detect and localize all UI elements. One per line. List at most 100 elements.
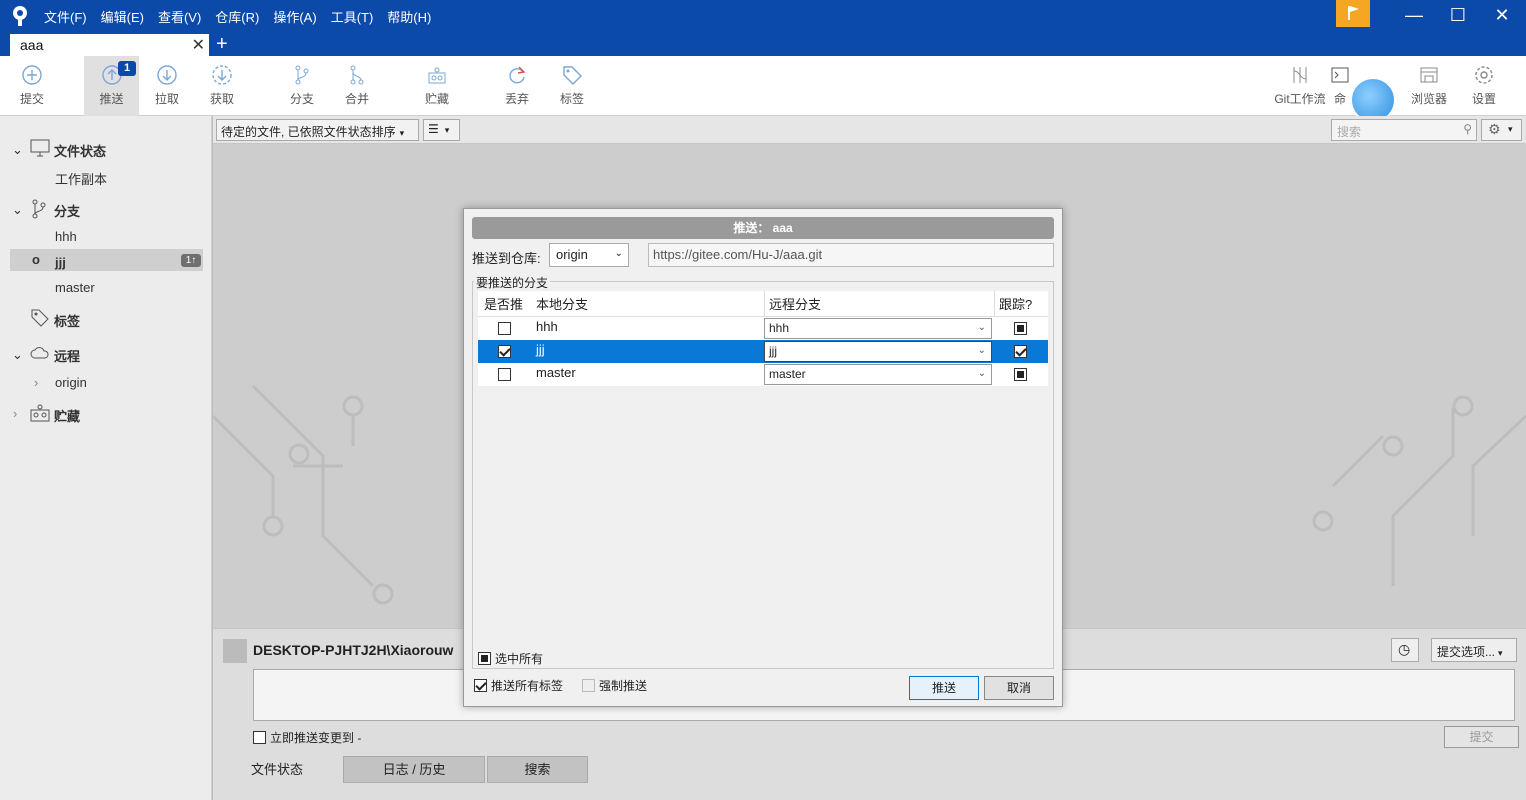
sidebar-tags[interactable]: 标签 xyxy=(54,311,80,330)
maximize-button[interactable]: ☐ xyxy=(1436,0,1480,32)
tab-search[interactable]: 搜索 xyxy=(487,756,588,783)
track-checkbox[interactable] xyxy=(1014,345,1027,358)
chevron-down-icon: ▾ xyxy=(444,125,450,135)
commit-button[interactable]: 提交 xyxy=(8,56,56,116)
push-button[interactable]: 推送 1 xyxy=(84,56,139,116)
sidebar-item-branch-hhh[interactable]: hhh xyxy=(55,229,77,244)
sidebar-stashes[interactable]: 贮藏 xyxy=(54,406,80,425)
git-flow-icon xyxy=(1293,67,1307,83)
sidebar-item-remote-origin[interactable]: origin xyxy=(55,375,87,390)
minimize-button[interactable]: — xyxy=(1392,0,1436,32)
discard-button[interactable]: 丢弃 xyxy=(495,56,539,116)
chevron-down-icon[interactable]: ⌄ xyxy=(12,347,23,363)
title-bar: 文件(F) 编辑(E) 查看(V) 仓库(R) 操作(A) 工具(T) 帮助(H… xyxy=(0,0,1526,32)
push-checkbox[interactable] xyxy=(498,368,511,381)
search-input[interactable]: 搜索 ⚲ xyxy=(1331,119,1477,141)
fetch-icon xyxy=(212,65,232,85)
menu-tools[interactable]: 工具(T) xyxy=(331,7,374,26)
new-tab-button[interactable]: + xyxy=(216,33,228,56)
search-icon: ⚲ xyxy=(1463,122,1472,136)
fetch-button[interactable]: 获取 xyxy=(200,56,244,116)
repo-tab-aaa[interactable]: aaa ✕ xyxy=(10,34,209,56)
git-flow-label: Git工作流 xyxy=(1274,92,1326,106)
merge-button[interactable]: 合并 xyxy=(335,56,379,116)
sort-dropdown[interactable]: 待定的文件, 已依照文件状态排序 ▾ xyxy=(216,119,419,141)
remote-select-value: origin xyxy=(556,247,588,262)
push-all-tags-option[interactable]: 推送所有标签 xyxy=(474,677,563,694)
stash-button[interactable]: 贮藏 xyxy=(415,56,459,116)
menu-view[interactable]: 查看(V) xyxy=(158,7,201,26)
terminal-button[interactable]: 命 xyxy=(1330,56,1350,116)
menu-edit[interactable]: 编辑(E) xyxy=(101,7,144,26)
track-cell xyxy=(994,363,1048,386)
close-window-button[interactable]: ✕ xyxy=(1480,0,1524,32)
branch-button[interactable]: 分支 xyxy=(280,56,324,116)
chevron-right-icon[interactable]: › xyxy=(13,406,17,421)
remote-branch-dropdown[interactable]: hhh ⌄ xyxy=(764,318,992,339)
table-row[interactable]: hhh hhh ⌄ xyxy=(478,317,1048,340)
force-push-option[interactable]: 强制推送 xyxy=(582,677,647,694)
sidebar-remotes[interactable]: 远程 xyxy=(54,346,80,365)
push-cell xyxy=(484,363,532,386)
repo-tab-label: aaa xyxy=(20,37,44,53)
push-checkbox[interactable] xyxy=(498,322,511,335)
push-immediately-option[interactable]: 立即推送变更到 - xyxy=(253,729,361,746)
sidebar-item-working-copy[interactable]: 工作副本 xyxy=(55,169,107,188)
push-immediately-label: 立即推送变更到 - xyxy=(270,731,362,745)
merge-icon xyxy=(350,65,364,85)
menu-file[interactable]: 文件(F) xyxy=(44,7,87,26)
sidebar-item-branch-jjj[interactable]: jjj xyxy=(55,255,66,270)
push-confirm-button[interactable]: 推送 xyxy=(909,676,979,700)
push-checkbox[interactable] xyxy=(498,345,511,358)
commit-options-dropdown[interactable]: 提交选项... ▾ xyxy=(1431,638,1517,662)
tab-file-status[interactable]: 文件状态 xyxy=(213,756,341,783)
remote-branch-value: hhh xyxy=(769,321,790,335)
flag-icon xyxy=(1348,6,1359,20)
close-tab-icon[interactable]: ✕ xyxy=(192,35,205,55)
tab-log-history[interactable]: 日志 / 历史 xyxy=(343,756,485,783)
tab-strip: aaa ✕ + xyxy=(0,32,1526,56)
track-checkbox[interactable] xyxy=(1014,322,1027,335)
sidebar-item-branch-master[interactable]: master xyxy=(55,280,95,295)
filter-settings-dropdown[interactable]: ⚙ ▾ xyxy=(1481,119,1522,141)
flag-button[interactable] xyxy=(1336,0,1370,27)
terminal-icon xyxy=(1331,67,1349,83)
branch-icon xyxy=(32,199,46,219)
sidebar-branches[interactable]: 分支 xyxy=(54,201,80,220)
view-mode-dropdown[interactable]: ☰ ▾ xyxy=(423,119,460,141)
pull-button[interactable]: 拉取 xyxy=(145,56,189,116)
dialog-title: 推送： aaa xyxy=(472,217,1054,239)
chevron-right-icon[interactable]: › xyxy=(34,375,38,390)
remote-select[interactable]: origin ⌄ xyxy=(549,243,629,267)
menu-actions[interactable]: 操作(A) xyxy=(273,7,316,26)
commit-submit-button[interactable]: 提交 xyxy=(1444,726,1519,748)
current-branch-icon: o xyxy=(32,252,40,267)
cancel-button[interactable]: 取消 xyxy=(984,676,1054,700)
tag-button[interactable]: 标签 xyxy=(550,56,594,116)
track-checkbox[interactable] xyxy=(1014,368,1027,381)
commit-author: DESKTOP-PJHTJ2H\Xiaorouw xyxy=(253,642,454,658)
push-all-tags-checkbox[interactable] xyxy=(474,679,487,692)
force-push-checkbox[interactable] xyxy=(582,679,595,692)
chevron-down-icon[interactable]: ⌄ xyxy=(12,202,23,218)
browser-button[interactable]: 浏览器 xyxy=(1404,56,1454,116)
sidebar-file-status[interactable]: 文件状态 xyxy=(54,141,106,160)
table-row[interactable]: master master ⌄ xyxy=(478,363,1048,386)
branch-icon xyxy=(295,65,309,85)
push-immediately-checkbox[interactable] xyxy=(253,731,266,744)
toolbar: 提交 推送 1 拉取 获取 分支 合并 贮藏 丢弃 标签 Git工作流 命 浏览… xyxy=(0,56,1526,123)
remote-branch-dropdown[interactable]: jjj ⌄ xyxy=(764,341,992,362)
select-all-checkbox[interactable] xyxy=(478,652,491,665)
menu-repository[interactable]: 仓库(R) xyxy=(215,7,259,26)
select-all-option[interactable]: 选中所有 xyxy=(478,650,543,667)
gear-icon xyxy=(1475,66,1493,84)
history-button[interactable]: ◷ xyxy=(1391,638,1419,662)
settings-button[interactable]: 设置 xyxy=(1462,56,1506,116)
git-flow-button[interactable]: Git工作流 xyxy=(1270,56,1330,116)
chevron-down-icon[interactable]: ⌄ xyxy=(12,142,23,158)
remote-branch-dropdown[interactable]: master ⌄ xyxy=(764,364,992,385)
menu-help[interactable]: 帮助(H) xyxy=(387,7,431,26)
table-row[interactable]: jjj jjj ⌄ xyxy=(478,340,1048,363)
pull-label: 拉取 xyxy=(154,92,179,106)
browser-icon xyxy=(1420,67,1438,83)
